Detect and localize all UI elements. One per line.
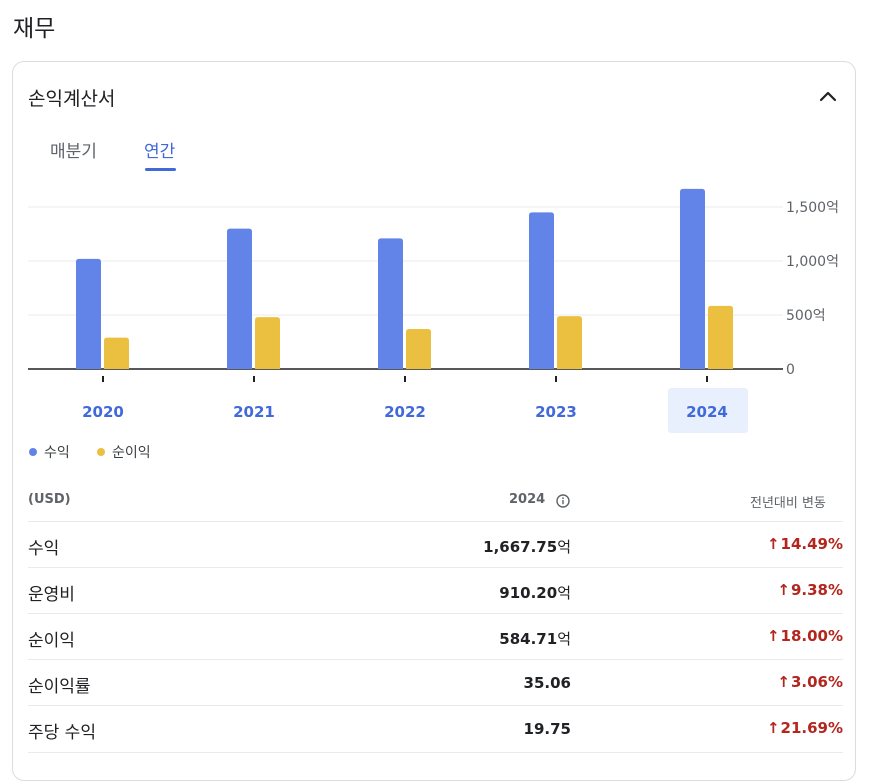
row-value: 19.75: [523, 720, 571, 738]
y-tick-label: 500억: [786, 308, 826, 324]
arrow-up-icon: ↑: [766, 719, 780, 737]
row-change: ↑3.06%: [777, 673, 843, 691]
table-row: 운영비 910.20억 ↑9.38%: [28, 567, 843, 614]
y-tick-label: 0: [786, 362, 795, 378]
legend-revenue-label: 수익: [44, 445, 70, 461]
currency-header: (USD): [28, 492, 71, 507]
table-row: 주당 수익 19.75 ↑21.69%: [28, 705, 843, 753]
arrow-up-icon: ↑: [766, 535, 780, 553]
change-header: 전년대비 변동: [750, 496, 826, 511]
row-value: 1,667.75억: [483, 538, 571, 556]
arrow-up-icon: ↑: [777, 673, 790, 691]
row-value: 35.06: [523, 674, 571, 692]
income-statement-card: 손익계산서 매분기 연간 0 500억 1,000억 1,500억 2020 2021 20…: [12, 61, 856, 781]
legend-revenue: 수익: [29, 442, 70, 462]
row-change: ↑14.49%: [766, 535, 843, 553]
legend-net-income: 순이익: [97, 442, 151, 462]
row-value: 584.71억: [499, 630, 571, 648]
x-tick-label: 2023: [535, 403, 577, 421]
legend-net-income-label: 순이익: [112, 445, 151, 461]
page-title: 재무: [13, 16, 56, 42]
legend-net-income-dot: [97, 448, 105, 456]
net-income-bar: [104, 337, 129, 369]
row-label: 순이익: [28, 631, 75, 651]
income-bar-chart: 0 500억 1,000억 1,500억 2020 2021 2022 2023 2024: [28, 188, 839, 433]
revenue-bar: [227, 228, 252, 369]
row-change: ↑18.00%: [766, 627, 843, 645]
row-label: 순이익률: [28, 677, 91, 697]
revenue-bar: [76, 258, 101, 369]
revenue-bar: [378, 238, 403, 369]
info-icon: [556, 494, 570, 508]
x-tick-label: 2020: [82, 403, 124, 421]
info-button[interactable]: [556, 493, 570, 508]
arrow-up-icon: ↑: [766, 627, 780, 645]
revenue-bar: [529, 212, 554, 369]
row-label: 주당 수익: [28, 723, 96, 743]
table-row: 순이익률 35.06 ↑3.06%: [28, 659, 843, 706]
net-income-bar: [406, 329, 431, 369]
x-tick-label: 2022: [384, 403, 426, 421]
row-label: 운영비: [28, 585, 75, 605]
revenue-bar: [680, 188, 705, 369]
y-tick-label: 1,500억: [786, 200, 839, 216]
net-income-bar: [557, 316, 582, 369]
year-header: 2024: [509, 492, 546, 507]
x-tick-label: 2024: [686, 403, 728, 421]
table-row: 수익 1,667.75억 ↑14.49%: [28, 521, 843, 568]
row-label: 수익: [28, 539, 60, 559]
arrow-up-icon: ↑: [777, 581, 790, 599]
row-change: ↑9.38%: [777, 581, 843, 599]
legend-revenue-dot: [29, 448, 37, 456]
row-value: 910.20억: [499, 584, 571, 602]
table-row: 순이익 584.71억 ↑18.00%: [28, 613, 843, 660]
row-change: ↑21.69%: [766, 719, 843, 737]
net-income-bar: [255, 317, 280, 369]
y-tick-label: 1,000억: [786, 254, 839, 270]
net-income-bar: [708, 305, 733, 369]
x-tick-label: 2021: [233, 403, 275, 421]
